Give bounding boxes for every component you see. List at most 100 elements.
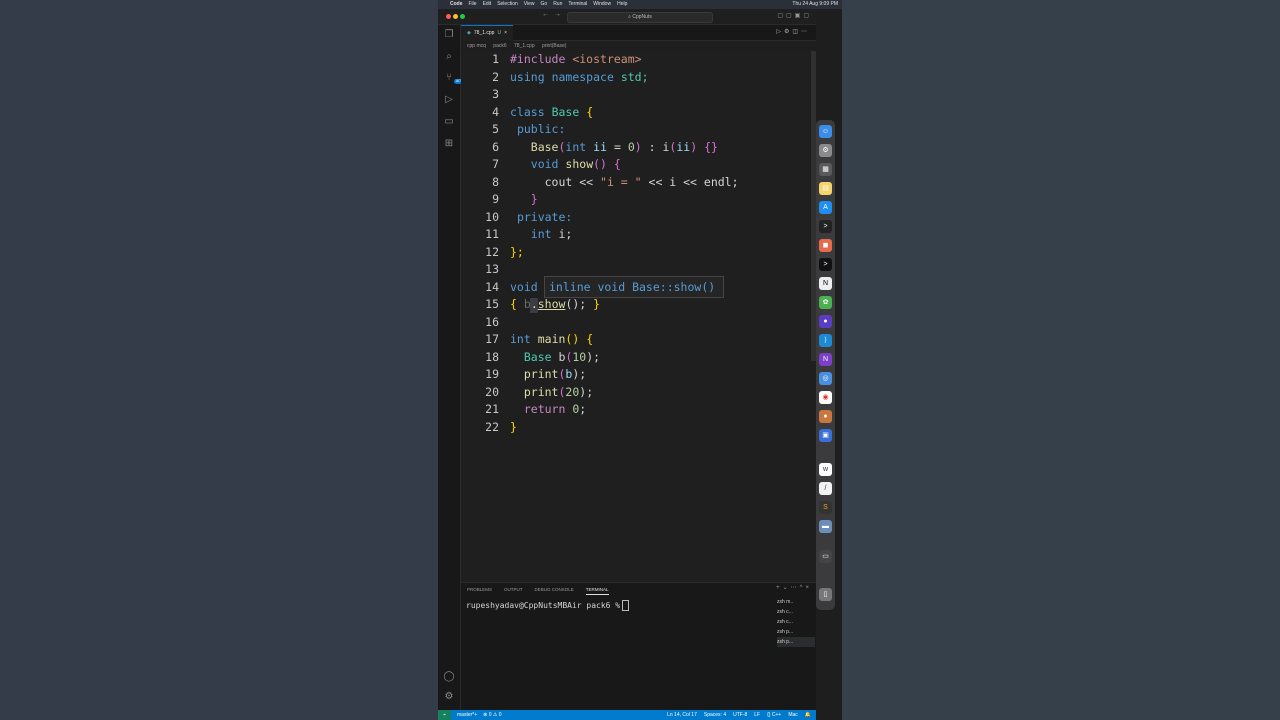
launchpad-icon[interactable]: ▦	[819, 163, 832, 176]
menu-window[interactable]: Window	[593, 0, 611, 9]
breadcrumb-subfolder[interactable]: pack6	[493, 43, 506, 49]
chrome-icon[interactable]: ◉	[819, 391, 832, 404]
tab-problems[interactable]: PROBLEMS	[467, 583, 492, 595]
tab-modified-indicator: U	[497, 30, 502, 36]
token: =	[613, 139, 621, 154]
menu-app[interactable]: Code	[450, 0, 463, 9]
token: main	[537, 332, 566, 346]
textedit-icon[interactable]: /	[819, 482, 832, 495]
token: {	[510, 297, 517, 311]
terminal-item[interactable]: zsh c...	[777, 617, 815, 627]
source-control-icon[interactable]: ⑂ 167	[443, 72, 462, 84]
zoom-window-button[interactable]	[460, 14, 465, 19]
search-icon[interactable]: ⌕	[443, 51, 455, 63]
status-language[interactable]: {} C++	[767, 710, 781, 720]
app-store-icon[interactable]: A	[819, 201, 832, 214]
line-number: 17	[485, 332, 499, 346]
token: ;	[579, 402, 587, 416]
terminal-alt-icon[interactable]: >	[819, 258, 832, 271]
remote-explorer-icon[interactable]: ▭	[443, 116, 455, 128]
menu-go[interactable]: Go	[541, 0, 548, 9]
bell-icon[interactable]: 🔔	[805, 710, 811, 720]
app-icon[interactable]: ▬	[819, 520, 832, 533]
token: );	[572, 367, 587, 381]
token: cout <<	[544, 174, 594, 189]
sublime-icon[interactable]: S	[819, 501, 832, 514]
code-line: };	[510, 244, 524, 262]
tab-output[interactable]: OUTPUT	[504, 583, 523, 595]
close-window-button[interactable]	[446, 14, 451, 19]
back-arrow-icon[interactable]: ←	[542, 11, 549, 18]
menu-file[interactable]: File	[469, 0, 477, 9]
gear-icon[interactable]: ⚙	[443, 691, 455, 703]
clock[interactable]: Thu 24 Aug 9:09 PM	[792, 0, 838, 9]
code-line: private:	[510, 209, 572, 227]
status-spaces[interactable]: Spaces: 4	[704, 710, 726, 720]
token: : i	[648, 139, 670, 154]
breadcrumb-folder[interactable]: cpp mcq	[467, 43, 486, 49]
menu-help[interactable]: Help	[617, 0, 627, 9]
close-icon[interactable]: ×	[504, 26, 507, 41]
status-encoding[interactable]: UTF-8	[733, 710, 747, 720]
menu-selection[interactable]: Selection	[497, 0, 518, 9]
tab-filename: 78_1.cpp	[473, 30, 495, 36]
status-problems[interactable]: ⊗ 0 ⚠ 0	[483, 710, 501, 720]
remote-icon[interactable]: ⌁	[438, 710, 451, 720]
menu-run[interactable]: Run	[553, 0, 562, 9]
app-icon[interactable]: ◼	[819, 239, 832, 252]
app-icon[interactable]: w	[819, 463, 832, 476]
run-debug-icon[interactable]: ▷	[443, 94, 455, 106]
forward-arrow-icon[interactable]: →	[554, 11, 561, 18]
bottom-panel: PROBLEMS OUTPUT DEBUG CONSOLE TERMINAL +…	[461, 582, 816, 711]
app-icon[interactable]: ●	[819, 410, 832, 423]
breadcrumb-symbol[interactable]: print(Base)	[542, 43, 566, 49]
status-platform[interactable]: Mac	[788, 710, 797, 720]
status-eol[interactable]: LF	[754, 710, 760, 720]
breadcrumb-file[interactable]: 78_1.cpp	[514, 43, 535, 49]
status-branch[interactable]: master*+	[457, 710, 477, 720]
menu-terminal[interactable]: Terminal	[568, 0, 587, 9]
token: print	[523, 367, 559, 381]
token: )	[690, 139, 698, 154]
editor-actions[interactable]: ▷⚙◫⋯	[776, 25, 810, 40]
app-icon[interactable]: ●	[819, 315, 832, 328]
terminal-item[interactable]: zsh p...	[777, 637, 815, 647]
explorer-icon[interactable]: ❐	[443, 29, 455, 41]
system-settings-icon[interactable]: ⚙	[819, 144, 832, 157]
panel-actions[interactable]: +⌄⋯^×	[776, 584, 812, 591]
notes-icon[interactable]: ▤	[819, 182, 832, 195]
onenote-icon[interactable]: N	[819, 353, 832, 366]
downloads-icon[interactable]: ▭	[819, 550, 832, 563]
account-icon[interactable]: ◯	[443, 671, 455, 683]
command-center-search[interactable]: ⌕ CppNuts	[567, 12, 713, 23]
code-editor[interactable]: 1 2 3 4 5 6 7 8 9 10 11 12 13 14 15 16 1…	[461, 51, 811, 581]
terminal-item[interactable]: zsh m..	[777, 597, 815, 607]
terminal-output[interactable]: rupeshyadav@CppNutsMBAir pack6 %	[466, 600, 630, 611]
line-number: 5	[492, 122, 499, 136]
finder-icon[interactable]: ☺	[819, 125, 832, 138]
tab-78-1-cpp[interactable]: ◆ 78_1.cpp U ×	[461, 25, 513, 41]
vscode-icon[interactable]: ⟩	[819, 334, 832, 347]
token: <iostream>	[572, 52, 642, 66]
panel-tabs: PROBLEMS OUTPUT DEBUG CONSOLE TERMINAL	[467, 583, 609, 595]
tab-terminal[interactable]: TERMINAL	[585, 583, 609, 595]
extensions-icon[interactable]: ⊞	[443, 138, 455, 150]
app-icon[interactable]: ▣	[819, 429, 832, 442]
line-number: 10	[485, 209, 499, 224]
safari-icon[interactable]: ◎	[819, 372, 832, 385]
notion-icon[interactable]: N	[819, 277, 832, 290]
hover-text: inline void Base::show()	[549, 280, 716, 294]
terminal-icon[interactable]: >	[819, 220, 832, 233]
code-line: { b.show(); }	[510, 296, 600, 314]
photos-icon[interactable]: ✿	[819, 296, 832, 309]
terminal-item[interactable]: zsh p...	[777, 627, 815, 637]
trash-icon[interactable]: ▯	[819, 588, 832, 601]
menu-view[interactable]: View	[524, 0, 535, 9]
layout-controls[interactable]: ▢▢▣▢	[777, 12, 812, 19]
terminal-item[interactable]: zsh c...	[777, 607, 815, 617]
line-number: 15	[485, 297, 499, 311]
minimize-window-button[interactable]	[453, 14, 458, 19]
status-position[interactable]: Ln 14, Col 17	[667, 710, 697, 720]
tab-debug-console[interactable]: DEBUG CONSOLE	[535, 583, 574, 595]
menu-edit[interactable]: Edit	[483, 0, 492, 9]
